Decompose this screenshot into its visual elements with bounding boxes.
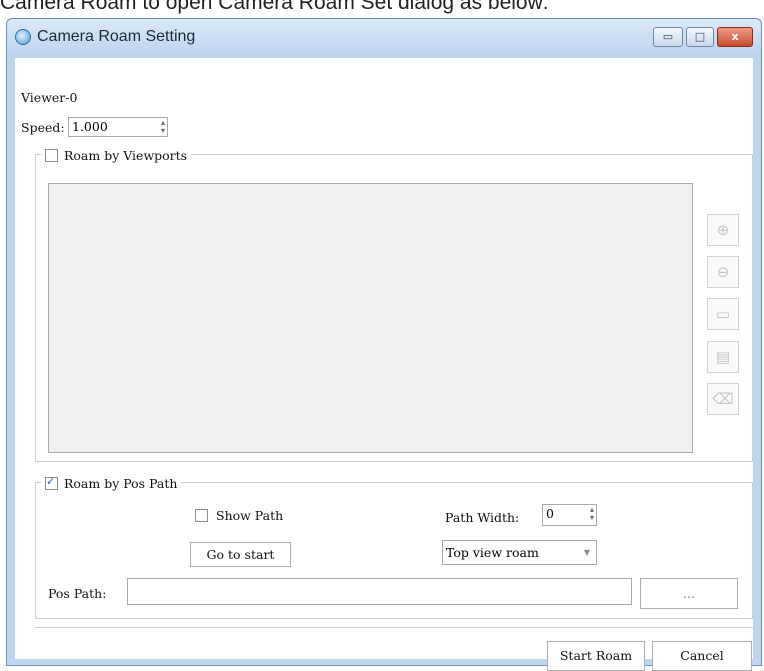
path-width-label: Path Width: — [445, 510, 520, 525]
show-path-label: Show Path — [216, 508, 284, 523]
minimize-button[interactable]: ▭ — [653, 27, 683, 47]
speed-label: Speed: — [21, 120, 65, 135]
go-to-start-button[interactable]: Go to start — [190, 542, 291, 567]
footer-divider — [35, 627, 753, 628]
roam-pos-path-label: Roam by Pos Path — [64, 475, 178, 491]
speed-value: 1.000 — [72, 119, 108, 134]
path-width-value: 0 — [546, 506, 554, 521]
viewer-label: Viewer-0 — [21, 90, 78, 105]
pos-path-input[interactable] — [127, 578, 632, 605]
caption-text: Camera Roam to open Camera Roam Set dial… — [0, 0, 549, 14]
add-icon[interactable]: ⊕ — [707, 214, 739, 246]
cancel-button[interactable]: Cancel — [652, 641, 752, 671]
viewports-list[interactable] — [48, 183, 693, 453]
browse-button[interactable]: ... — [640, 578, 738, 609]
roam-pos-path-header[interactable]: ✓ Roam by Pos Path — [41, 474, 182, 492]
roam-pos-path-checkbox[interactable]: ✓ — [45, 474, 58, 490]
chevron-down-icon: ▼ — [583, 548, 590, 557]
dialog-body: Viewer-0 Speed: 1.000 ▴ ▾ Roam by Viewpor… — [15, 58, 753, 671]
show-path-option[interactable]: Show Path — [195, 508, 283, 523]
close-button[interactable]: x — [717, 27, 753, 47]
spin-arrows-icon[interactable]: ▴ ▾ — [161, 119, 165, 135]
title-bar[interactable]: Camera Roam Setting ▭ □ x — [7, 19, 761, 57]
speed-spinbox[interactable]: 1.000 ▴ ▾ — [68, 117, 168, 137]
folder-icon[interactable]: ▭ — [707, 298, 739, 330]
remove-icon[interactable]: ⊖ — [707, 256, 739, 288]
view-mode-value: Top view roam — [446, 545, 539, 560]
dialog-window: Camera Roam Setting ▭ □ x Viewer-0 Speed… — [6, 18, 762, 671]
show-path-checkbox[interactable] — [195, 509, 208, 522]
window-title: Camera Roam Setting — [37, 28, 196, 45]
pos-path-value — [128, 584, 132, 599]
path-width-spinbox[interactable]: 0 ▴ ▾ — [542, 504, 597, 526]
save-icon[interactable]: ▤ — [707, 341, 739, 373]
spin-arrows-icon[interactable]: ▴ ▾ — [590, 506, 594, 522]
delete-icon[interactable]: ⌫ — [707, 383, 739, 415]
start-roam-button[interactable]: Start Roam — [547, 641, 645, 671]
roam-viewports-checkbox[interactable] — [45, 148, 58, 162]
roam-viewports-header[interactable]: Roam by Viewports — [41, 146, 192, 164]
pos-path-label: Pos Path: — [48, 586, 107, 601]
view-mode-dropdown[interactable]: Top view roam ▼ — [442, 540, 597, 565]
app-icon — [15, 29, 31, 45]
roam-viewports-label: Roam by Viewports — [64, 147, 188, 163]
maximize-button[interactable]: □ — [686, 27, 714, 47]
check-icon: ✓ — [46, 474, 56, 488]
